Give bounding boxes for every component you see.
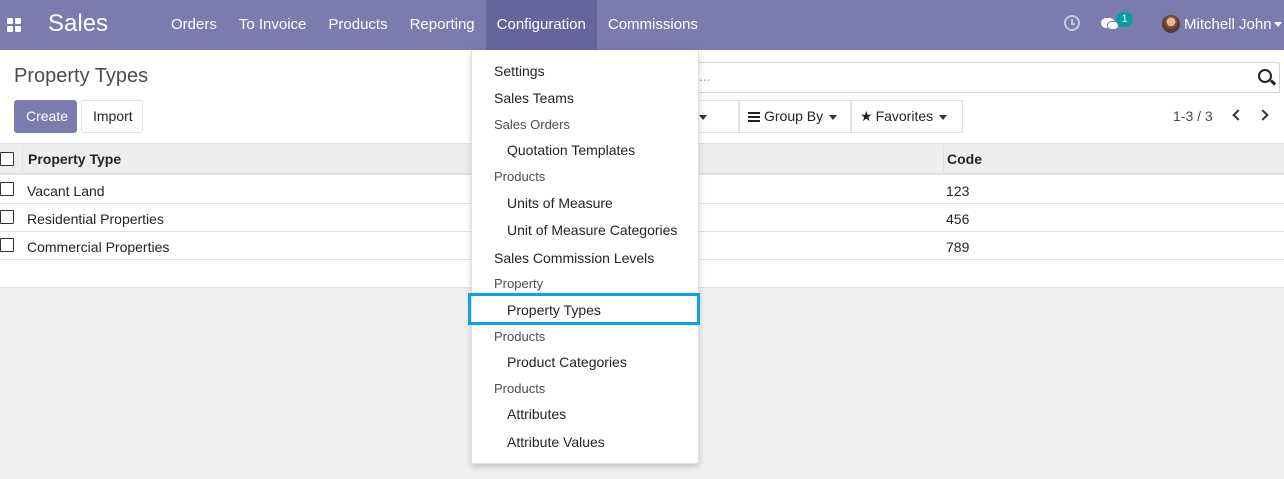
column-divider — [22, 145, 23, 175]
menu-commissions[interactable]: Commissions — [597, 0, 709, 50]
column-header-code[interactable]: Code — [947, 151, 982, 167]
group-by-button[interactable]: Group By — [739, 100, 851, 133]
caret-down-icon — [829, 114, 838, 120]
highlight-box — [468, 293, 700, 325]
create-button[interactable]: Create — [14, 100, 77, 133]
code-cell: 123 — [946, 183, 970, 199]
favorites-label: Favorites — [875, 108, 934, 124]
chevron-left-icon — [1232, 109, 1244, 121]
property-type-cell: Residential Properties — [27, 211, 164, 227]
pager-value[interactable]: 1-3 / 3 — [1173, 108, 1213, 124]
row-checkbox[interactable] — [0, 182, 14, 196]
menu-item-attributes[interactable]: Attributes — [507, 406, 566, 422]
pager-next-button[interactable] — [1257, 107, 1275, 125]
menu-item-attribute-values[interactable]: Attribute Values — [507, 434, 605, 450]
search-placeholder: ... — [699, 68, 711, 84]
search-input[interactable]: ... — [690, 62, 1280, 93]
top-navbar: Sales Orders To Invoice Products Reporti… — [0, 0, 1284, 50]
code-cell: 789 — [946, 239, 970, 255]
apps-menu-icon[interactable] — [7, 18, 21, 32]
menu-item-units-of-measure[interactable]: Units of Measure — [507, 195, 613, 211]
page-title: Property Types — [14, 65, 149, 87]
property-type-cell: Vacant Land — [27, 183, 105, 199]
property-type-cell: Commercial Properties — [27, 239, 170, 255]
group-by-label: Group By — [764, 108, 824, 124]
list-icon — [748, 112, 760, 122]
search-icon[interactable] — [1258, 69, 1272, 83]
menu-section-property: Property — [494, 276, 544, 291]
chevron-right-icon — [1257, 109, 1269, 121]
code-cell: 456 — [946, 211, 970, 227]
menu-section-products: Products — [494, 381, 546, 396]
menu-configuration[interactable]: Configuration — [485, 0, 597, 50]
menu-item-sales-commission-levels[interactable]: Sales Commission Levels — [494, 250, 654, 266]
row-checkbox[interactable] — [0, 210, 14, 224]
menu-section-sales-orders: Sales Orders — [494, 117, 570, 132]
caret-down-icon — [939, 114, 948, 120]
menu-orders[interactable]: Orders — [160, 0, 228, 50]
column-header-property-type[interactable]: Property Type — [28, 151, 121, 167]
menu-to-invoice[interactable]: To Invoice — [228, 0, 318, 50]
select-all-checkbox[interactable] — [0, 152, 14, 166]
column-divider — [943, 145, 944, 175]
caret-down-icon — [698, 114, 707, 120]
menu-reporting[interactable]: Reporting — [399, 0, 486, 50]
star-icon: ★ — [860, 108, 873, 124]
menu-item-product-categories[interactable]: Product Categories — [507, 354, 627, 370]
favorites-button[interactable]: ★ Favorites — [851, 100, 963, 133]
configuration-dropdown: Settings Sales Teams Sales Orders Quotat… — [468, 50, 700, 464]
user-menu[interactable]: Mitchell John — [1184, 16, 1272, 33]
activity-clock-icon[interactable] — [1064, 15, 1080, 31]
menu-section-products: Products — [494, 329, 546, 344]
menu-item-uom-categories[interactable]: Unit of Measure Categories — [507, 222, 677, 238]
menu-item-sales-teams[interactable]: Sales Teams — [494, 90, 574, 106]
menu-item-settings[interactable]: Settings — [494, 63, 545, 79]
menu-item-quotation-templates[interactable]: Quotation Templates — [507, 142, 635, 158]
menu-products[interactable]: Products — [317, 0, 398, 50]
chat-badge: 1 — [1116, 12, 1133, 27]
avatar[interactable] — [1162, 15, 1180, 33]
user-caret-icon[interactable] — [1274, 22, 1282, 27]
row-checkbox[interactable] — [0, 238, 14, 252]
main-menu: Orders To Invoice Products Reporting Con… — [160, 0, 709, 50]
app-brand[interactable]: Sales — [48, 10, 108, 38]
menu-section-products: Products — [494, 169, 546, 184]
pager-previous-button[interactable] — [1228, 107, 1246, 125]
import-button[interactable]: Import — [81, 100, 143, 133]
